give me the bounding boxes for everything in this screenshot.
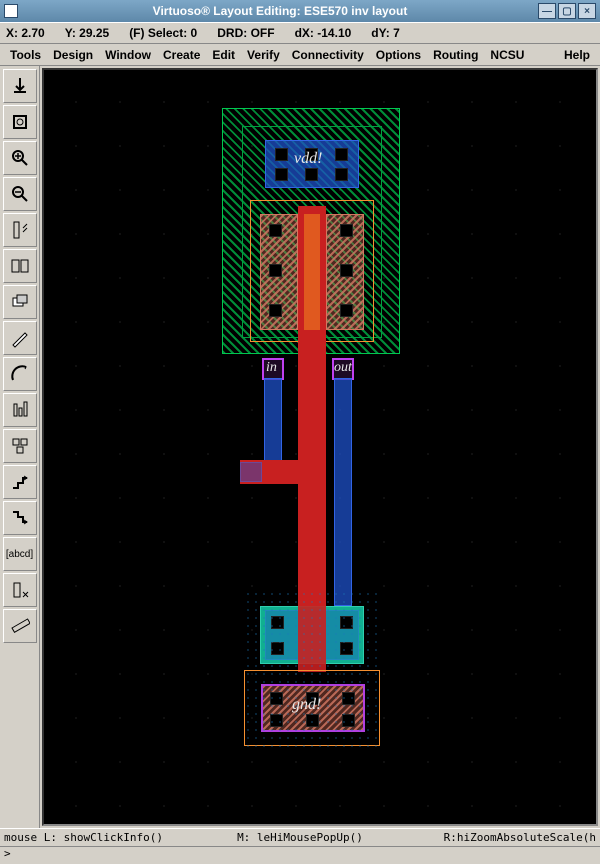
contact-pdiff xyxy=(340,224,353,237)
prompt-symbol: > xyxy=(4,847,11,860)
layer-metal1-jog-left xyxy=(240,462,262,482)
close-button[interactable]: × xyxy=(578,3,596,19)
menu-edit[interactable]: Edit xyxy=(206,46,241,64)
label-vdd: vdd! xyxy=(294,150,322,168)
minimize-button[interactable]: — xyxy=(538,3,556,19)
ruler-diag-icon[interactable] xyxy=(3,609,37,643)
properties-icon[interactable] xyxy=(3,393,37,427)
menu-options[interactable]: Options xyxy=(370,46,427,64)
titlebar: Virtuoso® Layout Editing: ESE570 inv lay… xyxy=(0,0,600,22)
contact-pdiff xyxy=(340,304,353,317)
menu-tools[interactable]: Tools xyxy=(4,46,47,64)
coordinate-bar: X: 2.70 Y: 29.25 (F) Select: 0 DRD: OFF … xyxy=(0,22,600,44)
drd-status: DRD: OFF xyxy=(217,26,274,40)
label-icon[interactable]: [abcd] xyxy=(3,537,37,571)
label-out: out xyxy=(334,360,352,376)
arc-icon[interactable] xyxy=(3,357,37,391)
mouse-left-hint: mouse L: showClickInfo() xyxy=(4,831,201,844)
app-icon xyxy=(4,4,18,18)
mouse-right-hint: R:hiZoomAbsoluteScale(h xyxy=(399,831,596,844)
menu-verify[interactable]: Verify xyxy=(241,46,286,64)
fit-icon[interactable] xyxy=(3,105,37,139)
contact-pdiff xyxy=(269,304,282,317)
contact-vdd xyxy=(275,168,288,181)
menubar: Tools Design Window Create Edit Verify C… xyxy=(0,44,600,66)
step-down-icon[interactable] xyxy=(3,501,37,535)
contact-pdiff xyxy=(269,264,282,277)
layer-metal1-route-right xyxy=(334,378,352,606)
select-count: (F) Select: 0 xyxy=(129,26,197,40)
window-title: Virtuoso® Layout Editing: ESE570 inv lay… xyxy=(24,4,536,18)
contact-vdd xyxy=(335,148,348,161)
coord-dy: dY: 7 xyxy=(371,26,399,40)
zoom-out-icon[interactable] xyxy=(3,177,37,211)
layers-icon[interactable] xyxy=(3,285,37,319)
contact-pdiff xyxy=(269,224,282,237)
coord-y: Y: 29.25 xyxy=(65,26,109,40)
contact-vdd xyxy=(275,148,288,161)
main-area: [abcd] vdd! xyxy=(0,66,600,828)
zoom-in-icon[interactable] xyxy=(3,141,37,175)
menu-window[interactable]: Window xyxy=(99,46,157,64)
layer-pwell-dots xyxy=(244,590,380,750)
contact-vdd xyxy=(335,168,348,181)
instances-icon[interactable] xyxy=(3,429,37,463)
coord-x: X: 2.70 xyxy=(6,26,45,40)
menu-design[interactable]: Design xyxy=(47,46,99,64)
save-icon[interactable] xyxy=(3,69,37,103)
mouse-mid-hint: M: leHiMousePopUp() xyxy=(201,831,398,844)
select-icon[interactable] xyxy=(3,573,37,607)
menu-help[interactable]: Help xyxy=(558,46,596,64)
maximize-button[interactable]: ▢ xyxy=(558,3,576,19)
menu-routing[interactable]: Routing xyxy=(427,46,484,64)
command-prompt[interactable]: > xyxy=(0,846,600,864)
label-in: in xyxy=(266,360,277,376)
layer-poly-overlay xyxy=(304,214,320,330)
step-up-icon[interactable] xyxy=(3,465,37,499)
contact-vdd xyxy=(305,168,318,181)
mouse-hint-bar: mouse L: showClickInfo() M: leHiMousePop… xyxy=(0,828,600,846)
layout-canvas[interactable]: vdd! in out xyxy=(42,68,598,826)
contact-pdiff xyxy=(340,264,353,277)
split-icon[interactable] xyxy=(3,249,37,283)
coord-dx: dX: -14.10 xyxy=(295,26,352,40)
ruler-vert-icon[interactable] xyxy=(3,213,37,247)
menu-connectivity[interactable]: Connectivity xyxy=(286,46,370,64)
menu-ncsu[interactable]: NCSU xyxy=(484,46,530,64)
pen-icon[interactable] xyxy=(3,321,37,355)
menu-create[interactable]: Create xyxy=(157,46,206,64)
left-toolbar: [abcd] xyxy=(0,66,40,828)
